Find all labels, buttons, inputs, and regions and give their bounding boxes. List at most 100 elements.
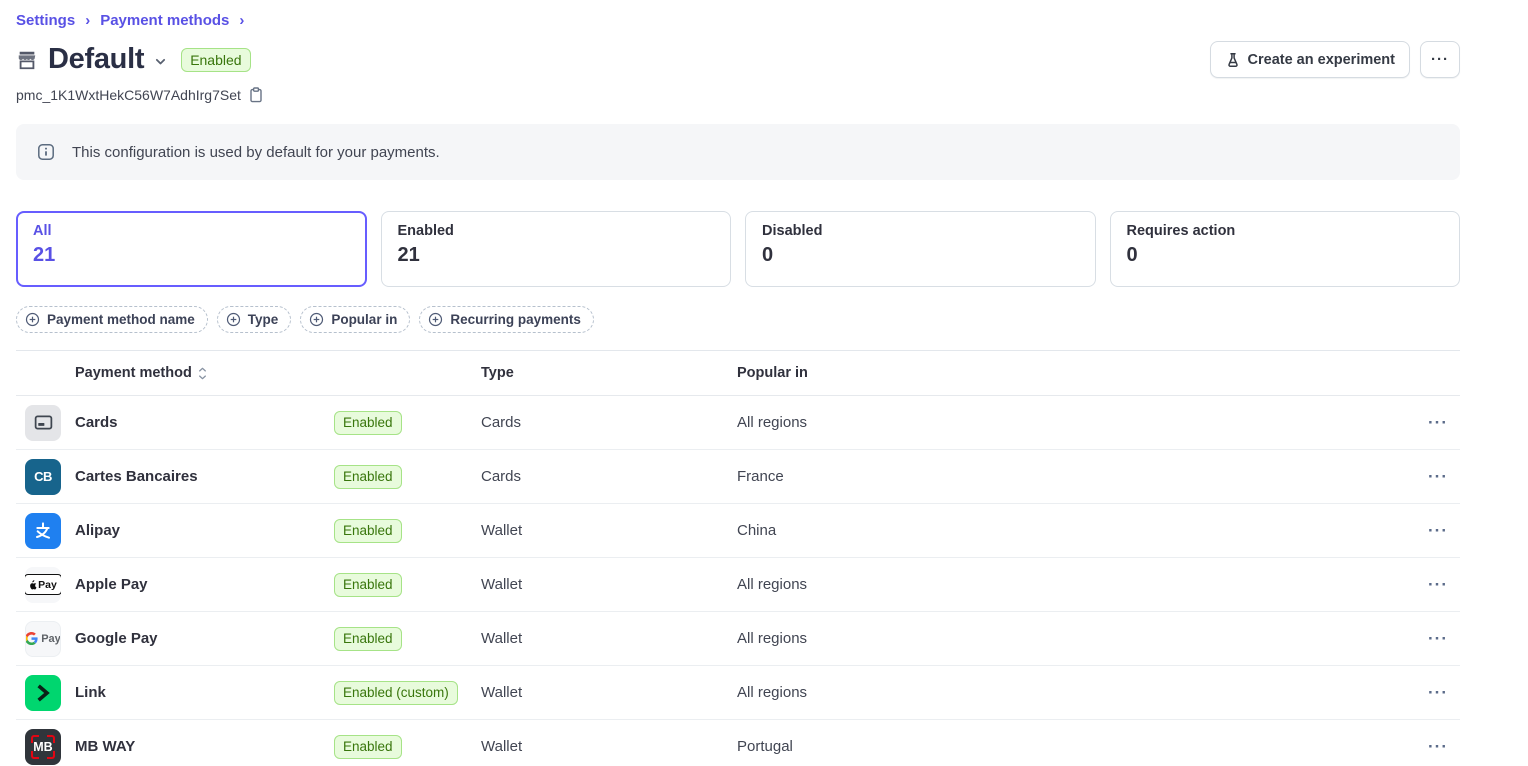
summary-card-all[interactable]: All 21 <box>16 211 367 287</box>
payment-method-name: Cards <box>75 414 118 431</box>
info-banner: This configuration is used by default fo… <box>16 124 1460 180</box>
filter-recurring-payments[interactable]: Recurring payments <box>419 306 594 333</box>
payment-method-popular-in: France <box>737 468 1412 485</box>
table-row[interactable]: Link Enabled (custom) Wallet All regions… <box>16 666 1460 720</box>
table-row[interactable]: Alipay Enabled Wallet China ··· <box>16 504 1460 558</box>
summary-card-value: 21 <box>33 244 350 267</box>
page-title: Default <box>48 43 144 76</box>
summary-card-value: 21 <box>398 244 715 267</box>
payment-method-popular-in: All regions <box>737 414 1412 431</box>
payment-method-name: Cartes Bancaires <box>75 468 198 485</box>
payment-methods-table: Payment method Type Popular in Cards Ena… <box>16 350 1460 766</box>
summary-card-value: 0 <box>762 244 1079 267</box>
payment-method-popular-in: All regions <box>737 684 1412 701</box>
payment-method-type: Cards <box>481 468 737 485</box>
table-row[interactable]: MB MB WAY Enabled Wallet Portugal ··· <box>16 720 1460 766</box>
plus-circle-icon <box>309 312 324 327</box>
breadcrumb: Settings › Payment methods › <box>16 12 1460 29</box>
link-icon <box>25 675 61 711</box>
filter-label: Recurring payments <box>450 312 581 327</box>
cards-icon <box>25 405 61 441</box>
create-experiment-button[interactable]: Create an experiment <box>1210 41 1410 78</box>
row-overflow-button[interactable]: ··· <box>1428 576 1448 593</box>
plus-circle-icon <box>428 312 443 327</box>
filter-label: Type <box>248 312 279 327</box>
breadcrumb-payment-methods[interactable]: Payment methods <box>100 12 229 29</box>
config-id-row: pmc_1K1WxtHekC56W7AdhIrg7Set <box>16 87 1460 103</box>
chevron-right-icon: › <box>239 12 244 29</box>
filter-payment-method-name[interactable]: Payment method name <box>16 306 208 333</box>
payment-method-type: Cards <box>481 414 737 431</box>
payment-method-name: MB WAY <box>75 738 135 755</box>
table-row[interactable]: CB Cartes Bancaires Enabled Cards France… <box>16 450 1460 504</box>
copy-clipboard-icon[interactable] <box>249 87 263 103</box>
row-overflow-button[interactable]: ··· <box>1428 468 1448 485</box>
payment-method-name: Apple Pay <box>75 576 148 593</box>
header-overflow-button[interactable]: ··· <box>1420 41 1460 78</box>
row-overflow-button[interactable]: ··· <box>1428 630 1448 647</box>
summary-card-label: Disabled <box>762 223 1079 239</box>
payment-method-name: Alipay <box>75 522 120 539</box>
payment-method-type: Wallet <box>481 684 737 701</box>
row-overflow-button[interactable]: ··· <box>1428 522 1448 539</box>
filter-bar: Payment method name Type Popular in Recu… <box>16 306 1460 333</box>
info-banner-text: This configuration is used by default fo… <box>72 144 440 161</box>
payment-method-popular-in: Portugal <box>737 738 1412 755</box>
column-payment-method[interactable]: Payment method <box>75 365 192 381</box>
cartes-bancaires-icon: CB <box>25 459 61 495</box>
row-overflow-button[interactable]: ··· <box>1428 738 1448 755</box>
table-row[interactable]: Pay Google Pay Enabled Wallet All region… <box>16 612 1460 666</box>
table-header: Payment method Type Popular in <box>16 351 1460 396</box>
summary-card-enabled[interactable]: Enabled 21 <box>381 211 732 287</box>
column-type[interactable]: Type <box>481 365 737 381</box>
breadcrumb-settings[interactable]: Settings <box>16 12 75 29</box>
page-header: Default Enabled Create an experiment ··· <box>16 41 1460 78</box>
summary-card-requires-action[interactable]: Requires action 0 <box>1110 211 1461 287</box>
status-badge: Enabled <box>334 411 402 435</box>
apple-pay-icon: Pay <box>25 567 61 603</box>
storefront-icon <box>16 49 38 71</box>
summary-card-label: Requires action <box>1127 223 1444 239</box>
status-badge: Enabled <box>334 627 402 651</box>
payment-method-type: Wallet <box>481 576 737 593</box>
info-icon <box>37 143 55 161</box>
status-badge: Enabled <box>334 573 402 597</box>
table-row[interactable]: Cards Enabled Cards All regions ··· <box>16 396 1460 450</box>
create-experiment-label: Create an experiment <box>1248 52 1395 68</box>
chevron-right-icon: › <box>85 12 90 29</box>
payment-method-popular-in: All regions <box>737 630 1412 647</box>
row-overflow-button[interactable]: ··· <box>1428 414 1448 431</box>
chevron-down-icon[interactable] <box>154 55 167 68</box>
filter-label: Payment method name <box>47 312 195 327</box>
summary-card-label: Enabled <box>398 223 715 239</box>
row-overflow-button[interactable]: ··· <box>1428 684 1448 701</box>
sort-icon[interactable] <box>197 367 208 380</box>
status-badge: Enabled <box>334 465 402 489</box>
filter-type[interactable]: Type <box>217 306 292 333</box>
status-badge: Enabled <box>334 735 402 759</box>
status-badge: Enabled <box>181 48 250 72</box>
filter-label: Popular in <box>331 312 397 327</box>
summary-card-label: All <box>33 223 350 239</box>
column-popular-in[interactable]: Popular in <box>737 365 1412 381</box>
payment-method-popular-in: All regions <box>737 576 1412 593</box>
filter-popular-in[interactable]: Popular in <box>300 306 410 333</box>
flask-icon <box>1225 52 1241 68</box>
table-row[interactable]: Pay Apple Pay Enabled Wallet All regions… <box>16 558 1460 612</box>
plus-circle-icon <box>226 312 241 327</box>
status-badge: Enabled (custom) <box>334 681 458 705</box>
alipay-icon <box>25 513 61 549</box>
mb-way-icon: MB <box>25 729 61 765</box>
plus-circle-icon <box>25 312 40 327</box>
summary-cards: All 21 Enabled 21 Disabled 0 Requires ac… <box>16 211 1460 287</box>
payment-method-popular-in: China <box>737 522 1412 539</box>
payment-method-type: Wallet <box>481 522 737 539</box>
payment-method-name: Link <box>75 684 106 701</box>
payment-methods-page: Settings › Payment methods › Default Ena… <box>16 0 1460 766</box>
payment-method-type: Wallet <box>481 630 737 647</box>
summary-card-value: 0 <box>1127 244 1444 267</box>
status-badge: Enabled <box>334 519 402 543</box>
table-body: Cards Enabled Cards All regions ··· CB C… <box>16 396 1460 766</box>
summary-card-disabled[interactable]: Disabled 0 <box>745 211 1096 287</box>
payment-method-name: Google Pay <box>75 630 158 647</box>
